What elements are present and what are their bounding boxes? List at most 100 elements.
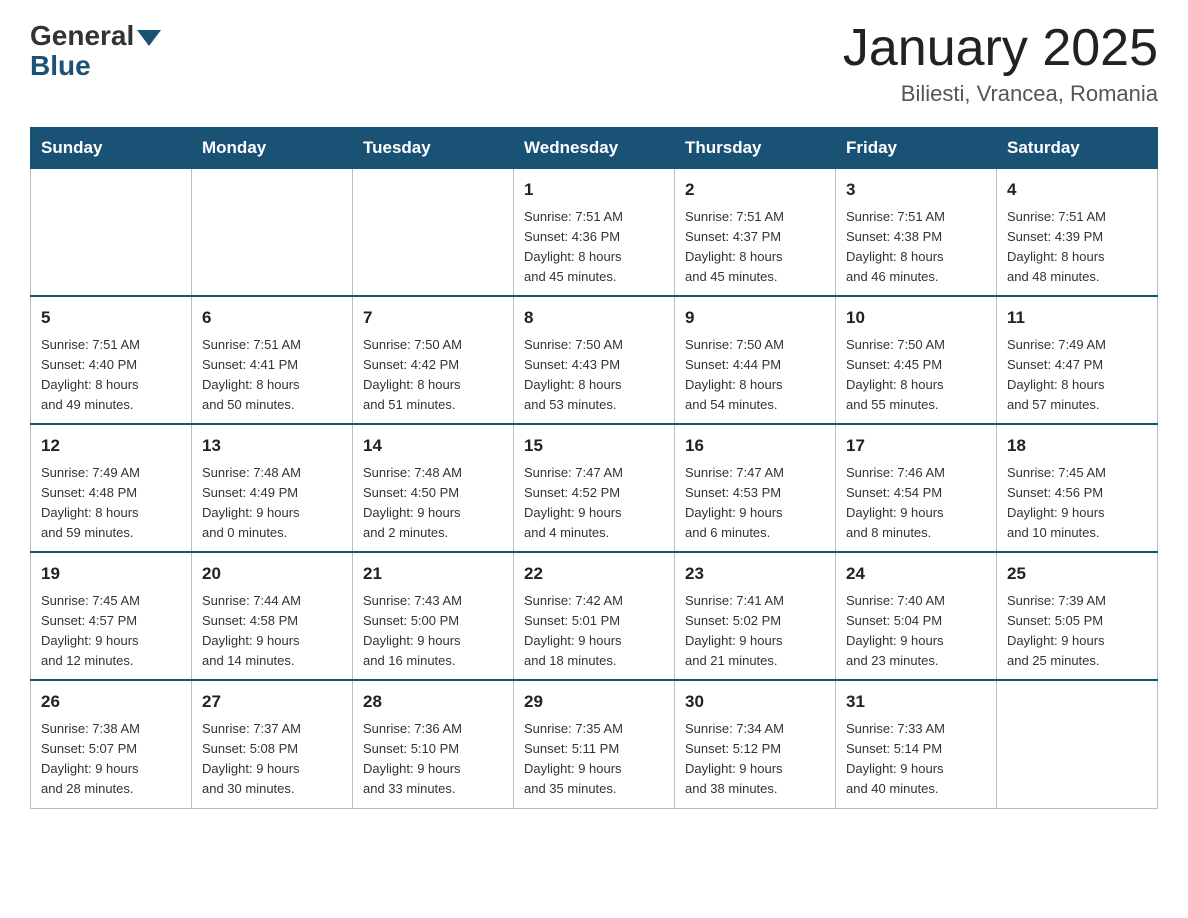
calendar-cell: 31 Sunrise: 7:33 AMSunset: 5:14 PMDayligh… [836,680,997,808]
calendar-cell: 6 Sunrise: 7:51 AMSunset: 4:41 PMDaylight… [192,296,353,424]
calendar-cell: 10 Sunrise: 7:50 AMSunset: 4:45 PMDayligh… [836,296,997,424]
calendar-cell: 3 Sunrise: 7:51 AMSunset: 4:38 PMDaylight… [836,169,997,297]
day-number: 6 [202,305,342,331]
day-info: Sunrise: 7:36 AMSunset: 5:10 PMDaylight:… [363,719,503,800]
calendar-cell: 5Sunrise: 7:51 AMSunset: 4:40 PMDaylight… [31,296,192,424]
day-info: Sunrise: 7:45 AMSunset: 4:56 PMDaylight:… [1007,463,1147,544]
calendar-cell: 20 Sunrise: 7:44 AMSunset: 4:58 PMDayligh… [192,552,353,680]
calendar-cell: 8 Sunrise: 7:50 AMSunset: 4:43 PMDaylight… [514,296,675,424]
day-info: Sunrise: 7:45 AMSunset: 4:57 PMDaylight:… [41,591,181,672]
day-info: Sunrise: 7:41 AMSunset: 5:02 PMDaylight:… [685,591,825,672]
day-number: 2 [685,177,825,203]
day-info: Sunrise: 7:43 AMSunset: 5:00 PMDaylight:… [363,591,503,672]
day-number: 24 [846,561,986,587]
day-number: 12 [41,433,181,459]
header-saturday: Saturday [997,128,1158,169]
day-number: 28 [363,689,503,715]
title-block: January 2025 Biliesti, Vrancea, Romania [843,20,1158,107]
day-number: 22 [524,561,664,587]
day-number: 13 [202,433,342,459]
week-row-2: 5Sunrise: 7:51 AMSunset: 4:40 PMDaylight… [31,296,1158,424]
logo-general-text: General [30,20,134,52]
day-number: 1 [524,177,664,203]
day-info: Sunrise: 7:47 AMSunset: 4:52 PMDaylight:… [524,463,664,544]
day-info: Sunrise: 7:49 AMSunset: 4:47 PMDaylight:… [1007,335,1147,416]
day-info: Sunrise: 7:50 AMSunset: 4:43 PMDaylight:… [524,335,664,416]
week-row-4: 19 Sunrise: 7:45 AMSunset: 4:57 PMDayligh… [31,552,1158,680]
calendar-cell: 14Sunrise: 7:48 AMSunset: 4:50 PMDayligh… [353,424,514,552]
logo-blue-text: Blue [30,50,91,82]
day-number: 19 [41,561,181,587]
day-number: 25 [1007,561,1147,587]
day-number: 9 [685,305,825,331]
logo: General Blue [30,20,161,82]
calendar-cell: 1 Sunrise: 7:51 AMSunset: 4:36 PMDaylight… [514,169,675,297]
calendar-cell: 21 Sunrise: 7:43 AMSunset: 5:00 PMDayligh… [353,552,514,680]
day-number: 18 [1007,433,1147,459]
day-number: 3 [846,177,986,203]
calendar-cell: 9 Sunrise: 7:50 AMSunset: 4:44 PMDaylight… [675,296,836,424]
header-sunday: Sunday [31,128,192,169]
day-number: 16 [685,433,825,459]
day-info: Sunrise: 7:44 AMSunset: 4:58 PMDaylight:… [202,591,342,672]
calendar-cell: 7Sunrise: 7:50 AMSunset: 4:42 PMDaylight… [353,296,514,424]
calendar-cell [192,169,353,297]
day-info: Sunrise: 7:49 AMSunset: 4:48 PMDaylight:… [41,463,181,544]
day-number: 30 [685,689,825,715]
day-info: Sunrise: 7:33 AMSunset: 5:14 PMDaylight:… [846,719,986,800]
day-number: 29 [524,689,664,715]
day-number: 10 [846,305,986,331]
day-info: Sunrise: 7:48 AMSunset: 4:49 PMDaylight:… [202,463,342,544]
day-number: 8 [524,305,664,331]
page-header: General Blue January 2025 Biliesti, Vran… [30,20,1158,107]
location-subtitle: Biliesti, Vrancea, Romania [843,81,1158,107]
week-row-1: 1 Sunrise: 7:51 AMSunset: 4:36 PMDaylight… [31,169,1158,297]
week-row-3: 12 Sunrise: 7:49 AMSunset: 4:48 PMDayligh… [31,424,1158,552]
calendar-cell: 12 Sunrise: 7:49 AMSunset: 4:48 PMDayligh… [31,424,192,552]
header-tuesday: Tuesday [353,128,514,169]
day-number: 21 [363,561,503,587]
calendar-cell: 15Sunrise: 7:47 AMSunset: 4:52 PMDayligh… [514,424,675,552]
day-number: 17 [846,433,986,459]
day-info: Sunrise: 7:37 AMSunset: 5:08 PMDaylight:… [202,719,342,800]
day-info: Sunrise: 7:39 AMSunset: 5:05 PMDaylight:… [1007,591,1147,672]
month-title: January 2025 [843,20,1158,77]
day-number: 31 [846,689,986,715]
day-info: Sunrise: 7:47 AMSunset: 4:53 PMDaylight:… [685,463,825,544]
calendar-cell: 2 Sunrise: 7:51 AMSunset: 4:37 PMDaylight… [675,169,836,297]
day-number: 20 [202,561,342,587]
header-friday: Friday [836,128,997,169]
header-monday: Monday [192,128,353,169]
calendar-cell: 24 Sunrise: 7:40 AMSunset: 5:04 PMDayligh… [836,552,997,680]
day-info: Sunrise: 7:51 AMSunset: 4:36 PMDaylight:… [524,207,664,288]
day-info: Sunrise: 7:51 AMSunset: 4:41 PMDaylight:… [202,335,342,416]
calendar-cell: 4Sunrise: 7:51 AMSunset: 4:39 PMDaylight… [997,169,1158,297]
day-info: Sunrise: 7:50 AMSunset: 4:44 PMDaylight:… [685,335,825,416]
day-number: 26 [41,689,181,715]
calendar-cell: 18 Sunrise: 7:45 AMSunset: 4:56 PMDayligh… [997,424,1158,552]
day-info: Sunrise: 7:51 AMSunset: 4:37 PMDaylight:… [685,207,825,288]
day-number: 11 [1007,305,1147,331]
day-info: Sunrise: 7:40 AMSunset: 5:04 PMDaylight:… [846,591,986,672]
week-row-5: 26 Sunrise: 7:38 AMSunset: 5:07 PMDayligh… [31,680,1158,808]
calendar-cell: 30 Sunrise: 7:34 AMSunset: 5:12 PMDayligh… [675,680,836,808]
logo-arrow-icon [137,30,161,46]
calendar-cell: 23Sunrise: 7:41 AMSunset: 5:02 PMDayligh… [675,552,836,680]
day-info: Sunrise: 7:35 AMSunset: 5:11 PMDaylight:… [524,719,664,800]
day-number: 27 [202,689,342,715]
calendar-cell: 22Sunrise: 7:42 AMSunset: 5:01 PMDayligh… [514,552,675,680]
day-info: Sunrise: 7:38 AMSunset: 5:07 PMDaylight:… [41,719,181,800]
calendar-table: Sunday Monday Tuesday Wednesday Thursday… [30,127,1158,808]
calendar-cell: 28 Sunrise: 7:36 AMSunset: 5:10 PMDayligh… [353,680,514,808]
day-info: Sunrise: 7:51 AMSunset: 4:40 PMDaylight:… [41,335,181,416]
calendar-cell [997,680,1158,808]
day-info: Sunrise: 7:46 AMSunset: 4:54 PMDaylight:… [846,463,986,544]
day-info: Sunrise: 7:50 AMSunset: 4:45 PMDaylight:… [846,335,986,416]
day-info: Sunrise: 7:51 AMSunset: 4:38 PMDaylight:… [846,207,986,288]
calendar-cell: 13 Sunrise: 7:48 AMSunset: 4:49 PMDayligh… [192,424,353,552]
day-number: 7 [363,305,503,331]
day-number: 14 [363,433,503,459]
calendar-cell [353,169,514,297]
day-info: Sunrise: 7:34 AMSunset: 5:12 PMDaylight:… [685,719,825,800]
calendar-cell: 16 Sunrise: 7:47 AMSunset: 4:53 PMDayligh… [675,424,836,552]
